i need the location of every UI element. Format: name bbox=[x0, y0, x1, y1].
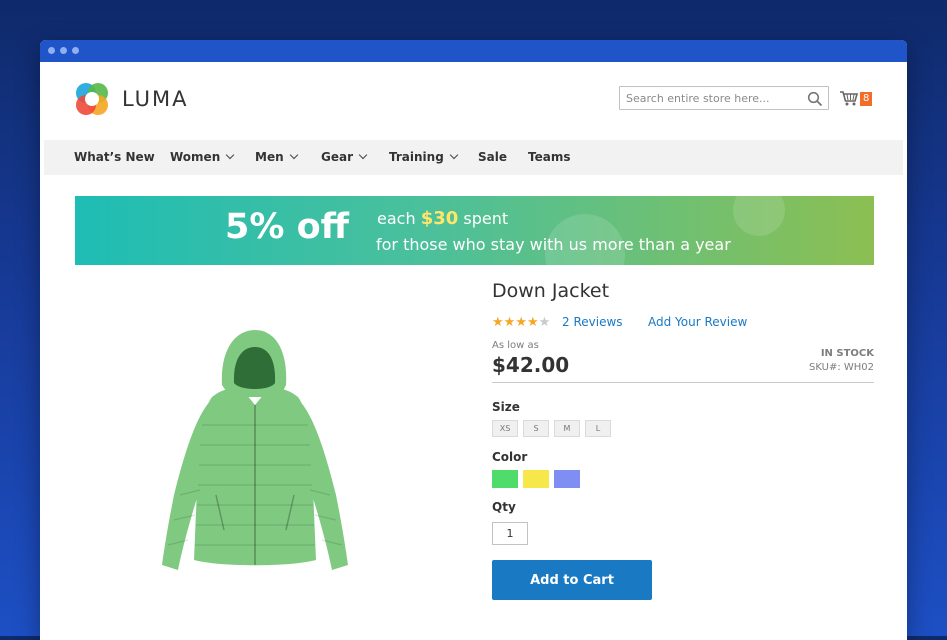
logo-text: LUMA bbox=[122, 87, 189, 111]
chevron-down-icon bbox=[449, 150, 459, 160]
promo-line1: each $30 spent bbox=[377, 208, 508, 229]
size-option-l[interactable]: L bbox=[585, 420, 611, 437]
stock-status: IN STOCK bbox=[820, 348, 874, 359]
product-price: $42.00 bbox=[492, 353, 570, 377]
nav-item-men[interactable]: Men bbox=[255, 140, 298, 175]
color-swatch-blue[interactable] bbox=[554, 470, 580, 488]
nav-item-women[interactable]: Women bbox=[170, 140, 235, 175]
nav-item-label: Teams bbox=[528, 150, 571, 164]
size-option-m[interactable]: M bbox=[554, 420, 580, 437]
nav-item-whats-new[interactable]: What’s New bbox=[74, 140, 155, 175]
luma-logo[interactable]: LUMA bbox=[74, 81, 189, 117]
promo-amount: $30 bbox=[420, 208, 459, 229]
product-title: Down Jacket bbox=[492, 280, 610, 302]
chevron-down-icon bbox=[358, 150, 368, 160]
window-dot-icon bbox=[60, 47, 67, 54]
size-label: Size bbox=[492, 400, 520, 414]
add-to-cart-button[interactable]: Add to Cart bbox=[492, 560, 652, 600]
nav-item-label: Training bbox=[389, 150, 444, 164]
window-dot-icon bbox=[48, 47, 55, 54]
star-icon: ★ bbox=[526, 315, 539, 330]
nav-item-label: Gear bbox=[321, 150, 354, 164]
search-input[interactable] bbox=[620, 87, 807, 110]
search-box bbox=[619, 86, 829, 110]
product-image[interactable] bbox=[140, 325, 370, 580]
color-swatch-yellow[interactable] bbox=[523, 470, 549, 488]
window-titlebar bbox=[40, 40, 907, 62]
promo-spent: spent bbox=[463, 209, 509, 228]
star-icon: ★ bbox=[492, 315, 504, 330]
nav-item-label: Women bbox=[170, 150, 221, 164]
nav-item-sale[interactable]: Sale bbox=[478, 140, 507, 175]
star-icon: ★ bbox=[515, 315, 527, 330]
promo-banner[interactable]: 5% off each $30 spent for those who stay… bbox=[75, 196, 874, 265]
site-header: LUMA 8 bbox=[40, 62, 907, 140]
luma-logo-icon bbox=[76, 83, 108, 115]
cart-count-badge: 8 bbox=[860, 91, 873, 106]
reviews-link[interactable]: 2 Reviews bbox=[562, 315, 623, 329]
nav-item-gear[interactable]: Gear bbox=[321, 140, 368, 175]
promo-subtitle: for those who stay with us more than a y… bbox=[376, 235, 731, 254]
browser-window: LUMA 8 What’s New Women bbox=[40, 40, 907, 640]
price-prefix: As low as bbox=[492, 340, 539, 351]
cart-icon bbox=[840, 91, 859, 106]
product-sku: SKU#: WH02 bbox=[808, 362, 874, 373]
qty-label: Qty bbox=[492, 500, 516, 514]
window-dot-icon bbox=[72, 47, 79, 54]
promo-discount: 5% off bbox=[225, 207, 350, 247]
star-icon: ★ bbox=[503, 315, 516, 330]
main-navigation: What’s New Women Men Gear Training Sale … bbox=[44, 140, 903, 175]
search-icon[interactable] bbox=[807, 91, 823, 107]
rating-stars: ★★★★★ bbox=[492, 315, 550, 330]
qty-input[interactable] bbox=[492, 522, 528, 545]
nav-item-training[interactable]: Training bbox=[389, 140, 459, 175]
nav-item-label: What’s New bbox=[74, 150, 155, 164]
color-swatch-green[interactable] bbox=[492, 470, 518, 488]
divider bbox=[492, 382, 874, 383]
minicart[interactable]: 8 bbox=[839, 90, 873, 107]
nav-item-teams[interactable]: Teams bbox=[528, 140, 570, 175]
decor-circle bbox=[733, 196, 785, 236]
chevron-down-icon bbox=[289, 150, 298, 160]
add-review-link[interactable]: Add Your Review bbox=[648, 315, 747, 329]
size-option-xs[interactable]: XS bbox=[492, 420, 518, 437]
nav-item-label: Sale bbox=[478, 150, 507, 164]
star-icon: ★ bbox=[538, 315, 551, 330]
chevron-down-icon bbox=[226, 150, 235, 160]
promo-each: each bbox=[377, 209, 416, 228]
nav-item-label: Men bbox=[255, 150, 284, 164]
color-label: Color bbox=[492, 450, 528, 464]
size-option-s[interactable]: S bbox=[523, 420, 549, 437]
